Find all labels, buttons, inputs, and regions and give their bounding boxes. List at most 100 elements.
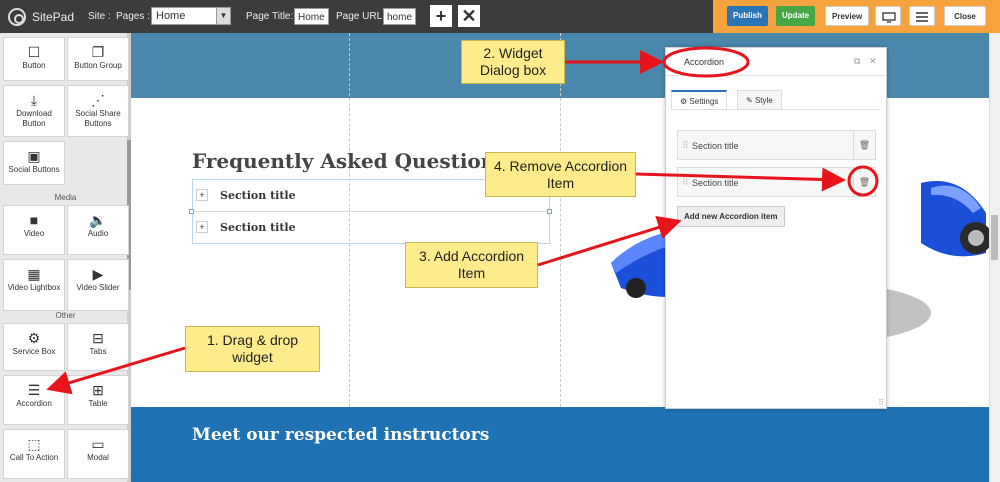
gear-icon: ⚙: [680, 97, 688, 106]
widget-button[interactable]: ☐ Button: [3, 37, 65, 81]
widget-label: Call To Action: [9, 453, 59, 462]
resize-handle[interactable]: [547, 209, 552, 214]
tabs-icon: ⊟: [92, 330, 104, 346]
page-url-input[interactable]: home: [383, 8, 417, 25]
download-icon: ⤓: [30, 92, 38, 108]
close-button[interactable]: Close: [944, 6, 986, 26]
plus-icon[interactable]: +: [196, 189, 208, 201]
hamburger-icon: [916, 12, 928, 22]
widget-social-buttons[interactable]: ▣ Social Buttons: [3, 141, 65, 185]
pages-label: Pages :: [116, 11, 150, 22]
widget-label: Button: [22, 61, 46, 70]
widget-audio[interactable]: 🔉 Audio: [67, 205, 129, 255]
widget-download-button[interactable]: ⤓ Download Button: [3, 85, 65, 137]
callout-add: 3. Add Accordion Item: [405, 242, 538, 288]
canvas-scroll-thumb[interactable]: [991, 215, 998, 260]
trash-icon[interactable]: 🗑: [853, 131, 875, 159]
callout-dialog: 2. Widget Dialog box: [461, 40, 565, 84]
square-icon: ☐: [27, 44, 41, 60]
film-icon: ▦: [27, 266, 41, 282]
widget-label: Video Slider: [76, 283, 120, 292]
drag-handle-icon[interactable]: ⠿: [682, 140, 689, 151]
dialog-header[interactable]: Accordion ⧉ ✕: [666, 48, 886, 76]
widget-video-lightbox[interactable]: ▦ Video Lightbox: [3, 259, 65, 311]
site-label: Site :: [88, 11, 111, 22]
widget-label: Tabs: [89, 347, 107, 356]
widget-label: Service Box: [12, 347, 56, 356]
widget-modal[interactable]: ▭ Modal: [67, 429, 129, 479]
trash-icon[interactable]: 🗑: [853, 168, 875, 196]
page-title-input[interactable]: Home: [294, 8, 329, 25]
modal-icon: ▭: [91, 436, 105, 452]
dialog-title: Accordion: [684, 57, 725, 67]
menu-button[interactable]: [909, 6, 935, 26]
page-title-label: Page Title:: [246, 11, 294, 22]
update-button[interactable]: Update: [776, 6, 816, 26]
brush-icon: ✎: [746, 96, 753, 105]
add-accordion-item-button[interactable]: Add new Accordion item: [677, 206, 785, 227]
widget-label: Download Button: [16, 109, 52, 128]
widget-accordion[interactable]: ☰ Accordion: [3, 375, 65, 425]
desktop-view-button[interactable]: [875, 6, 901, 26]
brand-name: SitePad: [32, 10, 75, 24]
publish-button[interactable]: Publish: [727, 6, 768, 26]
plus-icon[interactable]: +: [196, 221, 208, 233]
widget-video[interactable]: ■ Video: [3, 205, 65, 255]
category-other: Other: [55, 311, 76, 320]
pages-select[interactable]: Home ▼: [151, 7, 231, 25]
widget-video-slider[interactable]: ▶ Video Slider: [67, 259, 129, 311]
table-icon: ⊞: [92, 382, 104, 398]
cursor-icon: ⬚: [27, 436, 41, 452]
accordion-item[interactable]: ⠿ Section title 🗑: [677, 167, 876, 197]
tab-settings[interactable]: ⚙ Settings: [671, 90, 728, 110]
column-guide: [560, 33, 561, 407]
social-icon: ▣: [27, 148, 41, 164]
widget-label: Video: [23, 229, 45, 238]
plus-icon[interactable]: +: [430, 5, 452, 27]
sitepad-logo-icon: [8, 8, 26, 26]
widget-tabs[interactable]: ⊟ Tabs: [67, 323, 129, 371]
video-icon: ■: [29, 212, 39, 228]
monitor-icon: [882, 12, 896, 23]
category-media: Media: [54, 193, 77, 202]
share-icon: ⋰: [91, 92, 105, 108]
widget-label: Accordion: [16, 399, 52, 408]
close-icon[interactable]: ✕: [869, 56, 877, 67]
accordion-item[interactable]: ⠿ Section title 🗑: [677, 130, 876, 160]
widget-label: Modal: [87, 453, 109, 462]
x-icon[interactable]: ✕: [458, 5, 480, 27]
accordion-item-title[interactable]: Section title: [692, 141, 739, 151]
widget-dialog[interactable]: Accordion ⧉ ✕ ⚙ Settings ✎ Style ⠿ Secti…: [665, 47, 887, 409]
accordion-item-title[interactable]: Section title: [692, 178, 739, 188]
gear-icon: ⚙: [27, 330, 41, 346]
widget-label: Social Share Buttons: [75, 109, 121, 128]
instructors-heading[interactable]: Meet our respected instructors: [192, 425, 489, 445]
chevron-down-icon[interactable]: ▼: [216, 8, 230, 24]
widget-label: Audio: [87, 229, 109, 238]
tab-style[interactable]: ✎ Style: [737, 90, 782, 110]
pages-select-value: Home: [156, 10, 186, 22]
widget-label: Table: [88, 399, 108, 408]
audio-icon: 🔉: [89, 212, 107, 228]
faq-heading[interactable]: Frequently Asked Question: [192, 149, 495, 173]
resize-handle[interactable]: [189, 209, 194, 214]
widget-service-box[interactable]: ⚙ Service Box: [3, 323, 65, 371]
page-url-label: Page URL:: [336, 11, 385, 22]
accordion-row-title: Section title: [220, 221, 296, 234]
widget-social-share-buttons[interactable]: ⋰ Social Share Buttons: [67, 85, 129, 137]
accordion-icon: ☰: [27, 382, 41, 398]
widget-table[interactable]: ⊞ Table: [67, 375, 129, 425]
video-slider-icon: ▶: [92, 266, 104, 282]
tab-label: Settings: [689, 97, 719, 106]
accordion-row-title: Section title: [220, 189, 296, 202]
accordion-row[interactable]: + Section title: [193, 212, 549, 244]
preview-button[interactable]: Preview: [825, 6, 870, 26]
widget-label: Video Lightbox: [7, 283, 61, 292]
drag-handle-icon[interactable]: ⠿: [682, 177, 689, 188]
widget-call-to-action[interactable]: ⬚ Call To Action: [3, 429, 65, 479]
popout-icon[interactable]: ⧉: [854, 56, 860, 67]
callout-drag: 1. Drag & drop widget: [185, 326, 320, 372]
tab-label: Style: [754, 96, 773, 105]
resize-grip-icon[interactable]: ⠿: [878, 398, 884, 407]
widget-button-group[interactable]: ❐ Button Group: [67, 37, 129, 81]
